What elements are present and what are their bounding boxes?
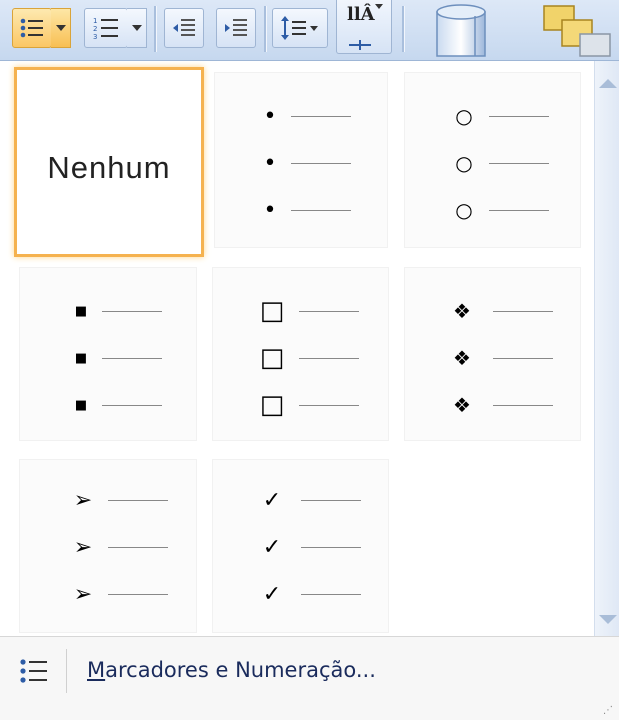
- filled-round-bullet-icon: •: [263, 197, 277, 223]
- hollow-square-bullet-icon: □: [259, 343, 285, 373]
- line-spacing-button[interactable]: [272, 8, 328, 48]
- numbering-dropdown[interactable]: [127, 8, 147, 48]
- scroll-down-arrow-icon[interactable]: [599, 615, 617, 624]
- cylinder-shape-icon: [436, 4, 486, 57]
- bullets-and-numbering-menu-item[interactable]: Marcadores e Numeração...: [0, 645, 619, 695]
- toolbar-separator: [402, 6, 404, 52]
- bullet-style-filled-square[interactable]: ■ ■ ■: [20, 268, 196, 440]
- filled-round-bullet-icon: •: [263, 150, 277, 176]
- filled-round-bullet-icon: •: [263, 103, 277, 129]
- bullets-button[interactable]: [12, 8, 52, 48]
- resize-grip-icon[interactable]: ⋰: [603, 705, 613, 716]
- four-diamond-bullet-icon: ❖: [453, 346, 471, 370]
- svg-text:2: 2: [93, 25, 97, 33]
- bullets-and-numbering-label-rest: arcadores e Numeração...: [105, 658, 376, 682]
- text-direction-icon: llÂ: [347, 2, 383, 50]
- mnemonic-letter: M: [87, 658, 106, 682]
- hollow-square-bullet-icon: □: [259, 390, 285, 420]
- bullet-style-hollow-round[interactable]: ○ ○ ○: [405, 73, 580, 247]
- svg-text:3: 3: [93, 33, 97, 41]
- toolbar-separator: [264, 6, 266, 52]
- arrange-button[interactable]: [540, 4, 612, 58]
- checkmark-bullet-icon: ✓: [262, 534, 282, 560]
- gallery-scrollbar[interactable]: [594, 61, 619, 636]
- bullet-style-filled-round[interactable]: • • •: [215, 73, 387, 247]
- bullets-dropdown[interactable]: [51, 8, 71, 48]
- hollow-round-bullet-icon: ○: [455, 151, 473, 175]
- filled-square-bullet-icon: ■: [74, 397, 88, 413]
- bullet-style-four-diamond[interactable]: ❖ ❖ ❖: [405, 268, 580, 440]
- bulleted-list-icon: [20, 659, 47, 683]
- four-diamond-bullet-icon: ❖: [453, 393, 471, 417]
- text-direction-button[interactable]: llÂ: [336, 0, 392, 54]
- bullet-style-checkmark[interactable]: ✓ ✓ ✓: [213, 460, 388, 632]
- bullet-style-none-label: Nenhum: [47, 150, 171, 185]
- arrowhead-bullet-icon: ➢: [73, 534, 93, 560]
- four-diamond-bullet-icon: ❖: [453, 299, 471, 323]
- chevron-down-icon: [131, 25, 142, 31]
- gallery-footer: Marcadores e Numeração... ⋰: [0, 636, 619, 720]
- line-spacing-icon: [281, 16, 318, 40]
- hollow-round-bullet-icon: ○: [455, 104, 473, 128]
- bullet-library-gallery: Nenhum • • • ○ ○ ○ ■ ■ ■ □ □ □ ❖ ❖ ❖ ➢ ➢…: [0, 61, 594, 636]
- hollow-round-bullet-icon: ○: [455, 198, 473, 222]
- decrease-indent-button[interactable]: [164, 8, 204, 48]
- svg-text:1: 1: [93, 17, 97, 25]
- shape-button[interactable]: [425, 2, 505, 58]
- ribbon-toolbar: 1 2 3 llÂ: [0, 0, 619, 61]
- checkmark-bullet-icon: ✓: [262, 581, 282, 607]
- bullet-style-hollow-square[interactable]: □ □ □: [213, 268, 388, 440]
- bullet-style-arrowhead[interactable]: ➢ ➢ ➢: [20, 460, 196, 632]
- filled-square-bullet-icon: ■: [74, 303, 88, 319]
- hollow-square-bullet-icon: □: [259, 296, 285, 326]
- numbering-button[interactable]: 1 2 3: [84, 8, 128, 48]
- chevron-down-icon: [55, 25, 66, 31]
- arrowhead-bullet-icon: ➢: [73, 581, 93, 607]
- toolbar-separator: [154, 6, 156, 52]
- scroll-up-arrow-icon[interactable]: [599, 79, 617, 88]
- arrange-icon: [543, 5, 611, 57]
- increase-indent-icon: [225, 19, 247, 36]
- svg-text:llÂ: llÂ: [347, 2, 376, 25]
- decrease-indent-icon: [173, 19, 195, 36]
- arrowhead-bullet-icon: ➢: [73, 487, 93, 513]
- bulleted-list-icon: [20, 18, 43, 38]
- numbered-list-icon: 1 2 3: [93, 17, 118, 41]
- bullets-and-numbering-label: Marcadores e Numeração...: [87, 658, 376, 682]
- filled-square-bullet-icon: ■: [74, 350, 88, 366]
- increase-indent-button[interactable]: [216, 8, 256, 48]
- bullet-style-none[interactable]: Nenhum: [14, 67, 204, 257]
- footer-separator: [66, 649, 67, 693]
- checkmark-bullet-icon: ✓: [262, 487, 282, 513]
